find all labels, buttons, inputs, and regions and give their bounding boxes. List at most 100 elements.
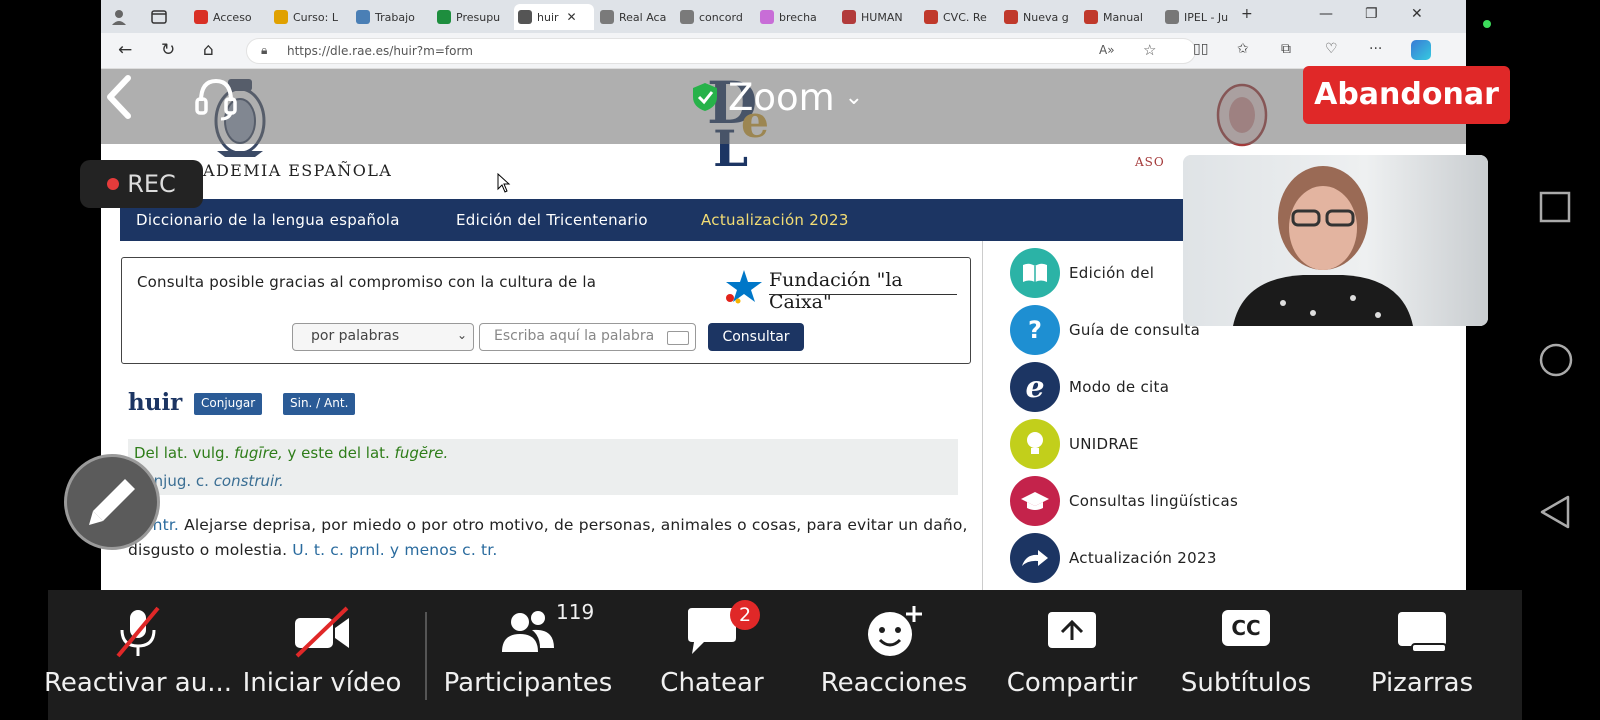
- tab-label: CVC. Re: [943, 10, 987, 24]
- share-screen-icon: [1048, 612, 1096, 648]
- fundacion-logo-text: Fundación "la Caixa": [769, 269, 903, 313]
- sidebar-item-label: Actualización 2023: [1069, 549, 1217, 567]
- sidebar-item-actualizacion[interactable]: Actualización 2023: [1010, 533, 1217, 583]
- graduation-cap-icon: [1010, 476, 1060, 526]
- browser-tab[interactable]: Real Aca: [596, 4, 674, 30]
- headset-icon[interactable]: [193, 75, 239, 121]
- sidebar-item-guia[interactable]: ? Guía de consulta: [1010, 305, 1200, 355]
- browser-tab[interactable]: IPEL - Ju: [1161, 4, 1239, 30]
- reactions-button[interactable]: Reacciones: [804, 600, 984, 710]
- back-triangle-icon[interactable]: [1538, 494, 1572, 530]
- tab-label: Real Aca: [619, 10, 667, 24]
- tab-favicon-icon: [760, 10, 774, 24]
- nav-actualizacion[interactable]: Actualización 2023: [701, 211, 849, 229]
- new-tab-icon[interactable]: +: [1241, 6, 1253, 22]
- restore-icon[interactable]: ❐: [1365, 6, 1378, 22]
- browser-tab-bar: Acceso Curso: L Trabajo Presupu huir ✕ Real Ac…: [101, 0, 1466, 33]
- tab-favicon-icon: [274, 10, 288, 24]
- browser-tab[interactable]: HUMAN: [838, 4, 916, 30]
- reload-icon[interactable]: ↻: [161, 40, 175, 60]
- participant-video[interactable]: [1183, 155, 1488, 326]
- window-close-icon[interactable]: ✕: [1411, 6, 1423, 22]
- back-chevron-icon[interactable]: [100, 72, 140, 122]
- url-text: https://dle.rae.es/huir?m=form: [287, 44, 473, 58]
- etymology-line: Del lat. vulg. fugīre, y este del lat. f…: [134, 444, 448, 462]
- video-off-icon: [295, 606, 349, 658]
- address-bar: ← ↻ ⌂ 🔒︎ https://dle.rae.es/huir?m=form …: [101, 33, 1466, 69]
- unmute-button[interactable]: Reactivar au...: [44, 600, 232, 710]
- consultar-button[interactable]: Consultar: [708, 323, 804, 351]
- chevron-down-icon: ⌄: [456, 328, 467, 342]
- sinonimos-button[interactable]: Sin. / Ant.: [283, 393, 356, 415]
- keyboard-icon[interactable]: [667, 331, 689, 345]
- tab-label: Trabajo: [375, 10, 415, 24]
- browser-tab[interactable]: brecha: [756, 4, 834, 30]
- home-circle-icon[interactable]: [1538, 342, 1574, 378]
- conjugar-button[interactable]: Conjugar: [194, 393, 263, 415]
- meeting-title-text: Zoom: [728, 75, 835, 119]
- tab-label: concord: [699, 10, 743, 24]
- tab-favicon-icon: [680, 10, 694, 24]
- favorites-icon[interactable]: ✩: [1237, 41, 1249, 57]
- participants-icon: [502, 611, 554, 652]
- captions-icon: CC: [1222, 610, 1270, 646]
- etymology-box: Del lat. vulg. fugīre, y este del lat. f…: [128, 439, 958, 495]
- conj-link[interactable]: construir.: [214, 472, 284, 490]
- close-tab-icon[interactable]: ✕: [567, 10, 577, 24]
- back-arrow-icon[interactable]: ←: [118, 40, 132, 60]
- sidebar-item-unidrae[interactable]: UNIDRAE: [1010, 419, 1139, 469]
- whiteboards-button[interactable]: Pizarras: [1332, 600, 1512, 710]
- browser-tab[interactable]: Acceso: [190, 4, 268, 30]
- tab-actions-icon[interactable]: [147, 4, 173, 30]
- captions-button[interactable]: CC Subtítulos: [1156, 600, 1336, 710]
- definition-usage[interactable]: U. t. c. prnl. y menos c. tr.: [292, 541, 497, 559]
- browser-tab[interactable]: concord: [676, 4, 754, 30]
- nav-diccionario[interactable]: Diccionario de la lengua española: [136, 211, 400, 229]
- sidebar-item-cita[interactable]: e Modo de cita: [1010, 362, 1169, 412]
- browser-tab[interactable]: Nueva g: [1000, 4, 1078, 30]
- home-icon[interactable]: ⌂: [203, 40, 214, 60]
- lightbulb-icon: [1010, 419, 1060, 469]
- browser-tab[interactable]: Presupu: [433, 4, 511, 30]
- browser-tab[interactable]: Curso: L: [270, 4, 348, 30]
- participants-button[interactable]: 119 Participantes: [438, 600, 618, 710]
- browser-tab[interactable]: Trabajo: [352, 4, 430, 30]
- favorite-star-icon[interactable]: ☆: [1143, 41, 1156, 59]
- nav-tricentenario[interactable]: Edición del Tricentenario: [456, 211, 648, 229]
- tab-label: HUMAN: [861, 10, 903, 24]
- tab-favicon-icon: [437, 10, 451, 24]
- sidebar-item-consultas[interactable]: Consultas lingüísticas: [1010, 476, 1238, 526]
- more-menu-icon[interactable]: ···: [1369, 41, 1382, 57]
- chat-button[interactable]: 2 Chatear: [622, 600, 802, 710]
- split-screen-icon[interactable]: ▯▯: [1193, 41, 1208, 57]
- sidebar-item-label: Guía de consulta: [1069, 321, 1201, 339]
- sidebar-item-label: Modo de cita: [1069, 378, 1170, 396]
- asociacion-label: ASO: [1135, 155, 1165, 169]
- collections-icon[interactable]: ⧉: [1281, 41, 1291, 57]
- browser-tab[interactable]: CVC. Re: [920, 4, 998, 30]
- copilot-icon[interactable]: [1411, 40, 1431, 60]
- read-aloud-icon[interactable]: A»: [1099, 43, 1115, 57]
- recent-apps-icon[interactable]: [1538, 190, 1572, 224]
- etym-mid: y este del lat.: [282, 444, 395, 462]
- url-field[interactable]: 🔒︎ https://dle.rae.es/huir?m=form A» ☆: [246, 38, 1196, 64]
- muted-microphone-icon: [116, 606, 160, 658]
- browser-tab[interactable]: huir ✕: [514, 4, 594, 30]
- leave-button[interactable]: Abandonar: [1303, 66, 1510, 124]
- browser-tab[interactable]: Manual: [1080, 4, 1158, 30]
- share-button[interactable]: Compartir: [982, 600, 1162, 710]
- meeting-title[interactable]: Zoom ⌄: [690, 75, 863, 119]
- browser-essentials-icon[interactable]: ♡: [1325, 41, 1338, 57]
- annotate-button[interactable]: [64, 454, 160, 550]
- search-input[interactable]: Escriba aquí la palabra: [479, 323, 696, 351]
- tab-favicon-icon: [1165, 10, 1179, 24]
- profile-icon[interactable]: [107, 4, 133, 30]
- zoom-meeting-screen: Acceso Curso: L Trabajo Presupu huir ✕ Real Ac…: [0, 0, 1600, 720]
- rae-page: ADEMIA ESPAÑOLA D e L ASO Diccionario de…: [101, 69, 1466, 590]
- entry-headword: huir: [128, 389, 183, 416]
- sidebar-item-edicion[interactable]: Edición del: [1010, 248, 1154, 298]
- start-video-button[interactable]: Iniciar vídeo: [232, 600, 412, 710]
- definition-text: Alejarse deprisa, por miedo o por otro m…: [128, 516, 968, 559]
- search-mode-select[interactable]: por palabras ⌄: [292, 323, 474, 351]
- minimize-icon[interactable]: —: [1319, 6, 1333, 22]
